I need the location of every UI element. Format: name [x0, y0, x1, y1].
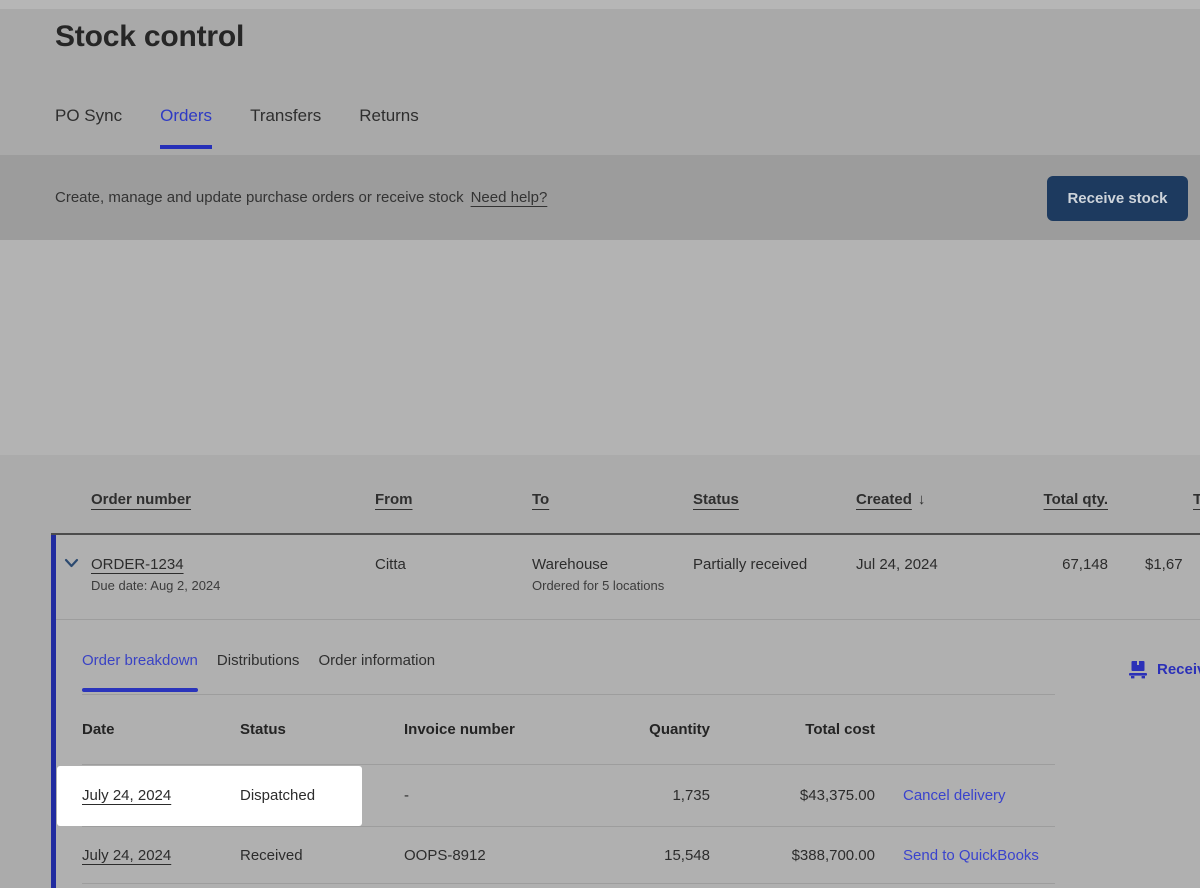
receive-stock-button[interactable]: Receive stock: [1047, 176, 1188, 221]
row-invoice-cell: -: [404, 787, 550, 804]
order-to-cell: Warehouse Ordered for 5 locations: [532, 535, 693, 619]
order-created-cell: Jul 24, 2024: [856, 535, 1010, 619]
order-due-date: Due date: Aug 2, 2024: [91, 578, 375, 593]
expanded-order-card: ORDER-1234 Due date: Aug 2, 2024 Citta W…: [51, 535, 1200, 888]
breakdown-header-total-cost: Total cost: [710, 721, 875, 738]
breakdown-header-quantity: Quantity: [550, 721, 710, 738]
tab-order-information[interactable]: Order information: [318, 652, 435, 694]
breakdown-header-invoice: Invoice number: [404, 721, 550, 738]
order-number-link[interactable]: ORDER-1234: [91, 556, 184, 573]
order-total-qty-cell: 67,148: [1010, 535, 1108, 619]
collapse-chevron-icon[interactable]: [56, 535, 91, 619]
header-status[interactable]: Status: [693, 491, 856, 508]
receive-action-link[interactable]: Receive: [1128, 660, 1200, 679]
row-date-cell: July 24, 2024: [82, 787, 240, 804]
header-to[interactable]: To: [532, 491, 693, 508]
order-from-cell: Citta: [375, 535, 532, 619]
info-banner: Create, manage and update purchase order…: [0, 155, 1200, 240]
page-header: Stock control PO Sync Orders Transfers R…: [0, 9, 1200, 155]
header-total-cost[interactable]: Total cost: [1108, 491, 1200, 508]
header-total-qty[interactable]: Total qty.: [1010, 491, 1108, 508]
row-status-cell: Received: [240, 847, 404, 864]
order-total-cost-cell: $1,67: [1108, 535, 1200, 619]
breakdown-header-row: Date Status Invoice number Quantity Tota…: [82, 695, 1055, 765]
cancel-delivery-link[interactable]: Cancel delivery: [903, 787, 1006, 804]
box-on-pallet-icon: [1128, 660, 1148, 679]
orders-table-header: Order number From To Status Created↓ Tot…: [51, 455, 1200, 535]
nav-tabs: PO Sync Orders Transfers Returns: [55, 106, 419, 149]
tab-returns[interactable]: Returns: [359, 106, 419, 149]
order-status-cell: Partially received: [693, 535, 856, 619]
row-quantity-cell: 15,548: [550, 847, 710, 864]
header-from[interactable]: From: [375, 491, 532, 508]
receive-link-label: Receive: [1157, 661, 1200, 678]
breakdown-header-status: Status: [240, 721, 404, 738]
header-created[interactable]: Created↓: [856, 491, 1010, 508]
top-strip: [0, 0, 1200, 9]
row-invoice-cell: OOPS-8912: [404, 847, 550, 864]
order-to-value: Warehouse: [532, 556, 693, 573]
row-total-cost-cell: $388,700.00: [710, 847, 875, 864]
date-link[interactable]: July 24, 2024: [82, 787, 171, 804]
row-date-cell: July 24, 2024: [82, 847, 240, 864]
order-breakdown-table: Date Status Invoice number Quantity Tota…: [82, 695, 1055, 884]
date-link[interactable]: July 24, 2024: [82, 847, 171, 864]
breakdown-row-dispatched: July 24, 2024 Dispatched - 1,735 $43,375…: [82, 765, 1055, 827]
page-title: Stock control: [55, 20, 244, 54]
row-status-cell: Dispatched: [240, 787, 404, 804]
banner-message: Create, manage and update purchase order…: [55, 189, 464, 206]
need-help-link[interactable]: Need help?: [471, 189, 548, 206]
header-order-number[interactable]: Order number: [91, 491, 375, 508]
order-detail-tabs-row: Order breakdown Distributions Order info…: [56, 620, 1200, 695]
row-action-cell: Send to QuickBooks: [875, 847, 1055, 864]
tab-orders[interactable]: Orders: [160, 106, 212, 149]
breakdown-header-date: Date: [82, 721, 240, 738]
sort-descending-icon: ↓: [918, 491, 926, 508]
orders-table-section: Order number From To Status Created↓ Tot…: [0, 455, 1200, 888]
filters-section: Show All orders Search orders Outlet All…: [0, 240, 1200, 455]
breakdown-row-received: July 24, 2024 Received OOPS-8912 15,548 …: [82, 827, 1055, 884]
order-detail-tabs: Order breakdown Distributions Order info…: [82, 620, 1055, 695]
send-to-quickbooks-link[interactable]: Send to QuickBooks: [903, 847, 1039, 864]
stock-control-page: Stock control PO Sync Orders Transfers R…: [0, 0, 1200, 888]
row-total-cost-cell: $43,375.00: [710, 787, 875, 804]
tab-transfers[interactable]: Transfers: [250, 106, 321, 149]
row-quantity-cell: 1,735: [550, 787, 710, 804]
tab-distributions[interactable]: Distributions: [217, 652, 300, 694]
tab-po-sync[interactable]: PO Sync: [55, 106, 122, 149]
order-summary-row[interactable]: ORDER-1234 Due date: Aug 2, 2024 Citta W…: [56, 535, 1200, 620]
order-to-note: Ordered for 5 locations: [532, 578, 693, 593]
row-action-cell: Cancel delivery: [875, 787, 1055, 804]
order-number-cell: ORDER-1234 Due date: Aug 2, 2024: [91, 535, 375, 619]
tab-order-breakdown[interactable]: Order breakdown: [82, 652, 198, 694]
